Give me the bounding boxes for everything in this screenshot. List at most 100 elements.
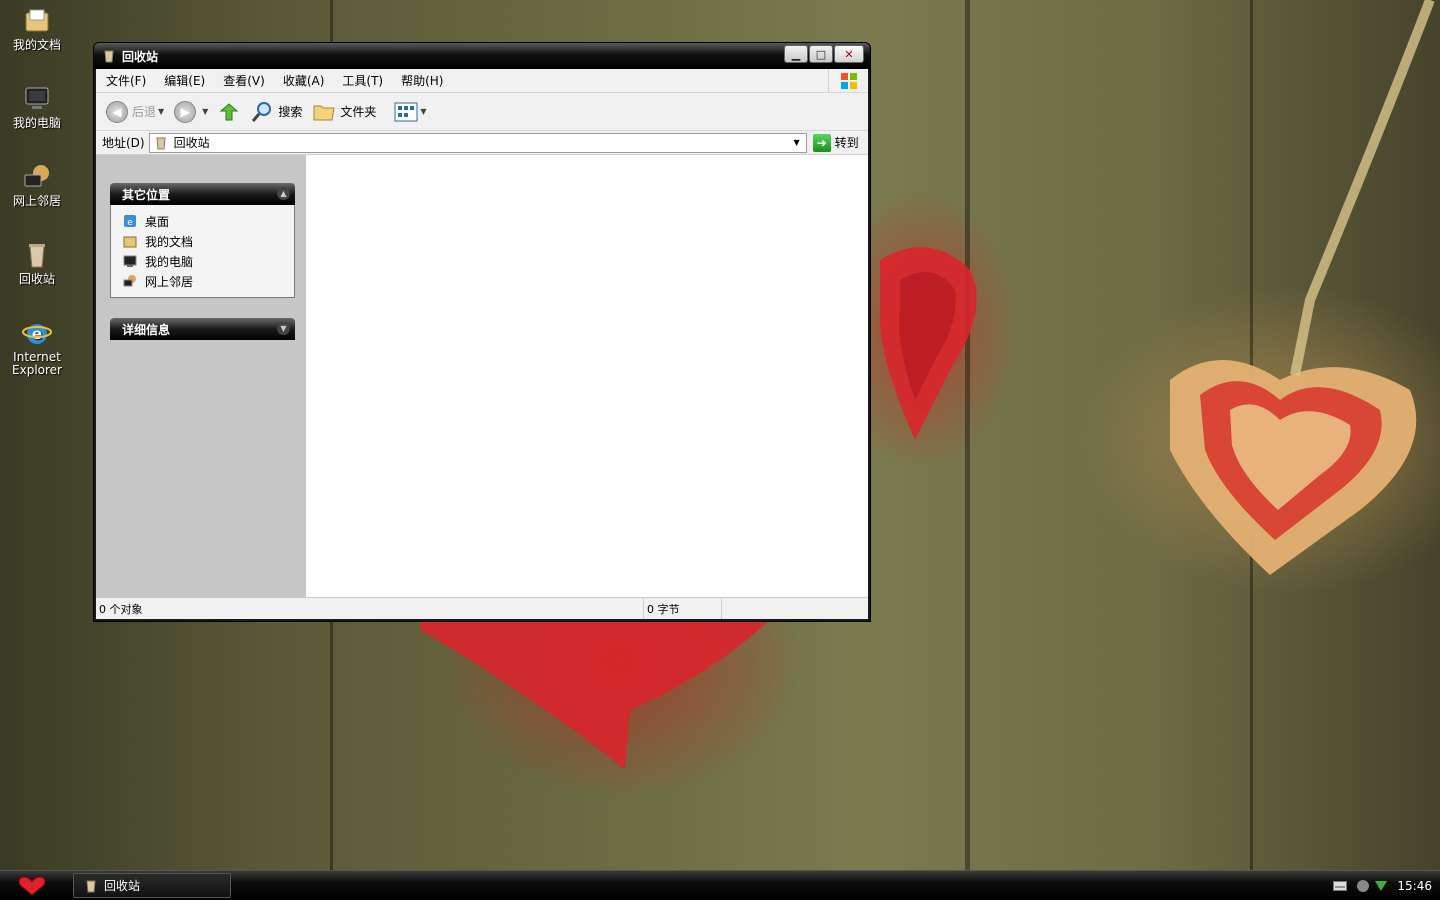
- place-label: 桌面: [145, 214, 170, 229]
- place-my-documents[interactable]: 我的文档: [123, 231, 294, 251]
- desktop-icon-label: 回收站: [18, 272, 55, 286]
- place-label: 我的文档: [145, 234, 194, 249]
- close-icon: ✕: [844, 47, 854, 61]
- desktop-icon-recycle-bin[interactable]: 回收站: [6, 240, 68, 286]
- my-computer-icon: [123, 255, 137, 267]
- search-icon: [252, 101, 272, 122]
- minimize-button[interactable]: ▁: [784, 45, 808, 63]
- details-panel: 详细信息 ▼: [110, 318, 295, 340]
- window-controls: ▁ □ ✕: [784, 45, 864, 63]
- svg-text:e: e: [127, 218, 133, 228]
- taskbar: 回收站 15:46: [0, 870, 1440, 900]
- desktop-icon-internet-explorer[interactable]: e Internet Explorer: [6, 318, 68, 377]
- desktop-icon-network[interactable]: 网上邻居: [6, 162, 68, 208]
- task-pane: 其它位置 ▲ e 桌面 我的文档 我的电脑 网上邻居 详细信息 ▼: [96, 155, 306, 597]
- forward-arrow-icon: ▶: [174, 100, 197, 123]
- minimize-icon: ▁: [791, 47, 801, 61]
- details-title: 详细信息: [122, 322, 171, 337]
- keyboard-icon[interactable]: [1333, 881, 1348, 891]
- go-arrow-icon: ➔: [812, 133, 831, 152]
- back-button[interactable]: ◀ 后退 ▼: [106, 100, 165, 123]
- place-label: 网上邻居: [145, 274, 194, 289]
- place-my-computer[interactable]: 我的电脑: [123, 251, 294, 271]
- window-content: 其它位置 ▲ e 桌面 我的文档 我的电脑 网上邻居 详细信息 ▼: [96, 155, 868, 597]
- menu-favorites[interactable]: 收藏(A): [273, 72, 333, 89]
- recycle-bin-icon: [86, 880, 96, 892]
- address-dropdown-button[interactable]: ▼: [790, 135, 804, 151]
- internet-explorer-icon: e: [22, 318, 52, 348]
- back-arrow-icon: ◀: [106, 100, 128, 123]
- address-input[interactable]: 回收站 ▼: [148, 132, 807, 153]
- details-header[interactable]: 详细信息 ▼: [110, 318, 295, 340]
- recycle-bin-icon: [156, 137, 166, 149]
- menu-help[interactable]: 帮助(H): [391, 72, 451, 89]
- other-places-list: e 桌面 我的文档 我的电脑 网上邻居: [110, 205, 295, 298]
- network-places-icon: [22, 162, 52, 192]
- clock[interactable]: 15:46: [1397, 879, 1432, 893]
- up-folder-button[interactable]: [218, 101, 240, 123]
- explorer-window: 回收站 ▁ □ ✕ 文件(F) 编辑(E) 查看(V) 收藏(A) 工具(T) …: [93, 42, 871, 622]
- heart-start-icon: [18, 876, 46, 896]
- recycle-bin-icon: [22, 240, 52, 270]
- menu-tools[interactable]: 工具(T): [332, 72, 391, 89]
- status-object-count: 0 个对象: [96, 598, 644, 619]
- go-button[interactable]: ➔ 转到: [812, 133, 859, 152]
- taskbar-item-recycle-bin[interactable]: 回收站: [73, 873, 231, 898]
- menu-file[interactable]: 文件(F): [96, 72, 154, 89]
- menu-view[interactable]: 查看(V): [213, 72, 273, 89]
- maximize-icon: □: [815, 47, 827, 61]
- address-bar: 地址(D) 回收站 ▼ ➔ 转到: [96, 131, 868, 155]
- chevron-down-icon: ▼: [420, 107, 427, 116]
- desktop-icon-label: 网上邻居: [12, 194, 61, 208]
- search-button[interactable]: 搜索: [250, 101, 302, 123]
- network-tray-icon[interactable]: [1355, 878, 1389, 894]
- folder-icon: [313, 105, 335, 120]
- taskbar-item-label: 回收站: [104, 879, 141, 893]
- menu-edit[interactable]: 编辑(E): [154, 72, 213, 89]
- forward-button[interactable]: ▶ ▼: [174, 100, 208, 123]
- my-documents-icon: [22, 6, 52, 36]
- close-button[interactable]: ✕: [834, 45, 864, 63]
- other-places-title: 其它位置: [122, 187, 171, 202]
- views-icon: [394, 102, 418, 121]
- expand-icon[interactable]: ▼: [277, 322, 290, 335]
- wallpaper-heart-red: [880, 247, 977, 440]
- wallpaper-string: [1290, 0, 1435, 376]
- desktop-icon-label: 我的电脑: [12, 116, 61, 130]
- window-title: 回收站: [122, 49, 159, 64]
- place-label: 我的电脑: [145, 254, 194, 269]
- go-label: 转到: [834, 136, 859, 150]
- menu-bar: 文件(F) 编辑(E) 查看(V) 收藏(A) 工具(T) 帮助(H): [96, 69, 868, 93]
- up-folder-icon: [219, 102, 239, 120]
- address-label: 地址(D): [102, 136, 145, 150]
- desktop-icon-my-documents[interactable]: 我的文档: [6, 6, 68, 52]
- desktop-icon-label: Internet Explorer: [12, 350, 62, 377]
- system-tray: 15:46: [1333, 871, 1440, 900]
- folders-button[interactable]: 文件夹: [312, 101, 376, 123]
- other-places-header[interactable]: 其它位置 ▲: [110, 183, 295, 205]
- search-label: 搜索: [278, 105, 303, 119]
- window-titlebar[interactable]: 回收站 ▁ □ ✕: [94, 43, 870, 69]
- recycle-bin-icon: [104, 50, 114, 63]
- status-size: 0 字节: [644, 598, 722, 619]
- toolbar: ◀ 后退 ▼ ▶ ▼ 搜索 文件夹 ▼: [96, 93, 868, 131]
- file-list-area[interactable]: [306, 155, 868, 597]
- back-label: 后退: [132, 105, 157, 119]
- start-button[interactable]: [14, 875, 50, 897]
- desktop-icon-my-computer[interactable]: 我的电脑: [6, 84, 68, 130]
- windows-logo-icon: [828, 69, 868, 93]
- collapse-icon[interactable]: ▲: [277, 187, 290, 200]
- status-bar: 0 个对象 0 字节: [96, 597, 868, 619]
- maximize-button[interactable]: □: [809, 45, 833, 63]
- place-network[interactable]: 网上邻居: [123, 271, 294, 291]
- views-button[interactable]: ▼: [394, 102, 427, 122]
- other-places-panel: 其它位置 ▲ e 桌面 我的文档 我的电脑 网上邻居: [110, 183, 295, 298]
- my-computer-icon: [22, 84, 52, 114]
- network-places-icon: [123, 275, 136, 287]
- place-desktop[interactable]: e 桌面: [123, 211, 294, 231]
- chevron-down-icon: ▼: [158, 107, 165, 116]
- wallpaper-heart-bottom: [420, 610, 780, 770]
- desktop-icon-label: 我的文档: [12, 38, 61, 52]
- folders-label: 文件夹: [340, 105, 377, 119]
- desktop-icon: e: [124, 215, 136, 228]
